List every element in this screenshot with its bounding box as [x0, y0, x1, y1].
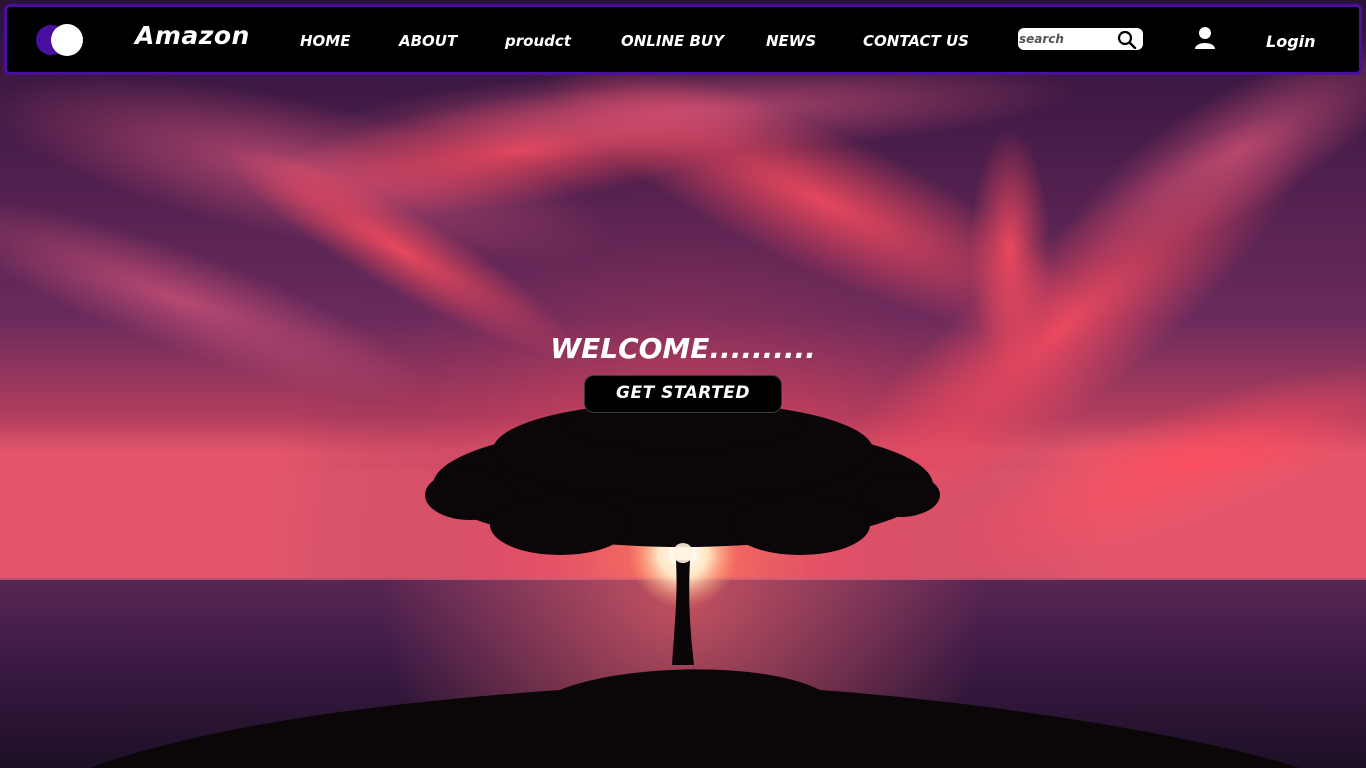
nav-contact-us[interactable]: CONTACT US	[863, 32, 969, 50]
login-link[interactable]: Login	[1266, 32, 1316, 51]
get-started-button[interactable]: GET STARTED	[584, 375, 782, 413]
nav-online-buy[interactable]: ONLINE BUY	[621, 32, 724, 50]
toggle-knob-icon	[51, 24, 83, 56]
nav-home[interactable]: HOME	[300, 32, 350, 50]
search-box	[1018, 28, 1143, 50]
brand-logo[interactable]: Amazon	[135, 21, 250, 50]
search-icon[interactable]	[1117, 30, 1137, 50]
welcome-heading: WELCOME..........	[550, 332, 816, 365]
nav-about[interactable]: ABOUT	[399, 32, 457, 50]
nav-product[interactable]: proudct	[505, 32, 571, 50]
nav-news[interactable]: NEWS	[766, 32, 816, 50]
user-icon[interactable]	[1194, 26, 1216, 50]
theme-toggle[interactable]	[36, 24, 84, 56]
navbar: Amazon HOME ABOUT proudct ONLINE BUY NEW…	[4, 4, 1362, 75]
search-input[interactable]	[1018, 28, 1111, 50]
page: Amazon HOME ABOUT proudct ONLINE BUY NEW…	[0, 0, 1366, 768]
